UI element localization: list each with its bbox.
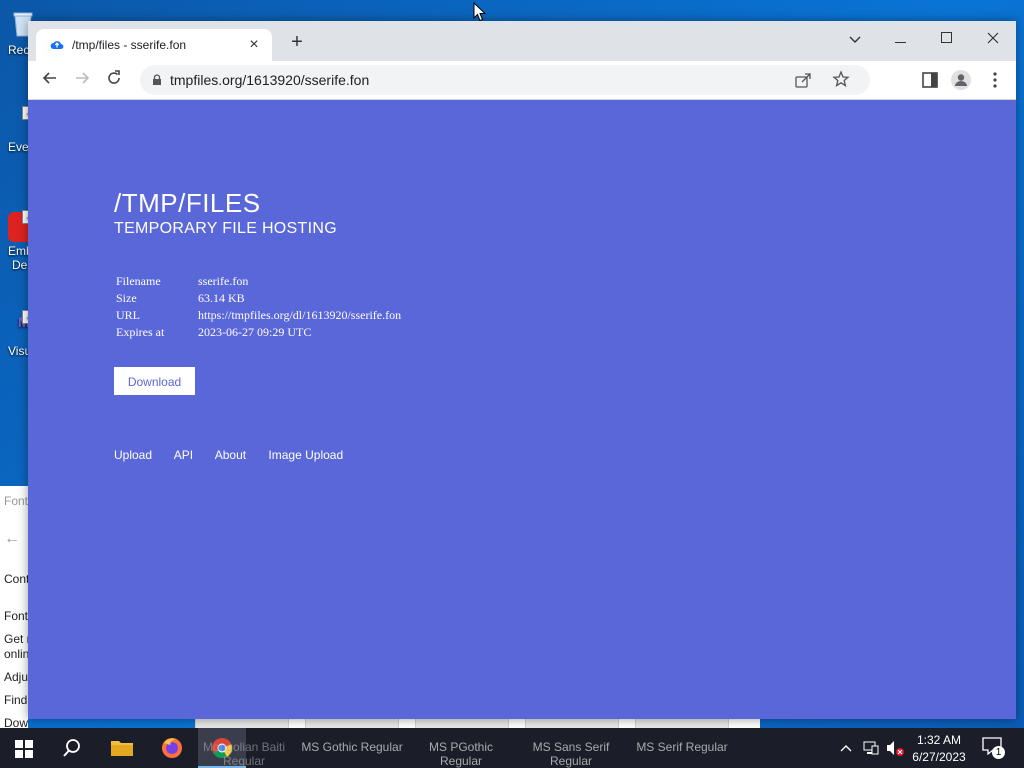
- download-button[interactable]: Download: [114, 367, 195, 395]
- clock-time: 1:32 AM: [916, 733, 962, 747]
- link-api[interactable]: API: [174, 448, 193, 462]
- window-text: Font: [4, 494, 28, 508]
- reload-icon: [108, 70, 120, 84]
- maximize-button[interactable]: [932, 26, 962, 52]
- info-key: Expires at: [116, 325, 165, 339]
- forward-arrow-icon: [76, 72, 90, 84]
- browser-toolbar: tmpfiles.org/1613920/sserife.fon: [28, 61, 1016, 100]
- taskbar-font-task[interactable]: MS PGothic Regular: [407, 728, 515, 768]
- firefox-icon: [162, 738, 182, 758]
- tab-close-icon[interactable]: ×: [244, 35, 264, 55]
- start-button[interactable]: [0, 728, 48, 768]
- url-text[interactable]: tmpfiles.org/1613920/sserife.fon: [170, 72, 369, 88]
- side-panel-icon[interactable]: [919, 69, 941, 91]
- font-list-strip: [195, 718, 760, 729]
- share-icon[interactable]: [794, 71, 812, 89]
- menu-kebab-icon[interactable]: [984, 69, 1006, 91]
- firefox-button[interactable]: [148, 728, 196, 768]
- info-key: Filename: [116, 274, 161, 288]
- browser-window: /tmp/files - sserife.fon × + tmpfiles.or…: [28, 21, 1016, 719]
- window-text[interactable]: Get m: [4, 632, 28, 646]
- link-about[interactable]: About: [215, 448, 246, 462]
- info-value: 63.14 KB: [198, 291, 245, 305]
- search-button[interactable]: [48, 728, 96, 768]
- window-text[interactable]: Cont: [4, 572, 28, 586]
- profile-avatar-icon[interactable]: [950, 69, 972, 91]
- bookmark-star-icon[interactable]: [832, 70, 850, 88]
- window-text[interactable]: Download fonts for all: [4, 716, 28, 728]
- page-title: /TMP/FILES: [114, 188, 261, 218]
- info-value: sserife.fon: [198, 274, 249, 288]
- page-subtitle: TEMPORARY FILE HOSTING: [114, 220, 337, 237]
- notification-badge: 1: [992, 746, 1005, 759]
- file-explorer-button[interactable]: [98, 728, 146, 768]
- reload-button[interactable]: [102, 68, 126, 92]
- footer-links: Upload API About Image Upload: [114, 448, 362, 462]
- clock-date: 6/27/2023: [912, 750, 966, 764]
- lock-icon[interactable]: [152, 74, 162, 86]
- tab-title: /tmp/files - sserife.fon: [72, 38, 187, 52]
- new-tab-button[interactable]: +: [286, 32, 308, 54]
- search-icon: [63, 739, 80, 757]
- tab-search-dropdown-icon[interactable]: [840, 26, 870, 52]
- volume-muted-icon[interactable]: [885, 739, 905, 757]
- notification-center-button[interactable]: 1: [982, 737, 1006, 759]
- taskbar-font-task[interactable]: MS Sans Serif Regular: [517, 728, 625, 768]
- file-info-table: Filename sserife.fon Size 63.14 KB URL h…: [114, 273, 403, 341]
- window-text[interactable]: onlin: [4, 647, 28, 661]
- link-upload[interactable]: Upload: [114, 448, 152, 462]
- show-hidden-icons-chevron-icon[interactable]: [840, 743, 852, 753]
- taskbar-font-task[interactable]: Mongolian Baiti Regular: [190, 728, 298, 768]
- window-text[interactable]: Font: [4, 609, 28, 623]
- system-clock[interactable]: 1:32 AM 6/27/2023: [904, 732, 974, 766]
- network-icon[interactable]: [863, 740, 879, 756]
- back-arrow-icon: [42, 72, 56, 84]
- browser-tab[interactable]: /tmp/files - sserife.fon ×: [36, 29, 272, 61]
- windows-logo-icon: [15, 740, 33, 758]
- tab-strip: /tmp/files - sserife.fon × +: [28, 21, 1016, 61]
- taskbar-font-task[interactable]: MS Serif Regular: [628, 728, 736, 768]
- mouse-cursor-icon: [473, 2, 487, 22]
- page-content: /TMP/FILES TEMPORARY FILE HOSTING Filena…: [28, 100, 1016, 719]
- close-window-button[interactable]: [978, 26, 1008, 52]
- taskbar-font-task[interactable]: MS Gothic Regular: [298, 728, 406, 768]
- forward-button[interactable]: [70, 68, 94, 92]
- window-text[interactable]: Adju: [4, 670, 28, 684]
- info-value-url[interactable]: https://tmpfiles.org/dl/1613920/sserife.…: [196, 307, 403, 324]
- back-arrow-icon: ←: [4, 530, 20, 547]
- table-row: Filename sserife.fon: [114, 273, 403, 290]
- info-value: 2023-06-27 09:29 UTC: [198, 325, 312, 339]
- minimize-button[interactable]: [886, 26, 916, 52]
- info-key: Size: [116, 291, 137, 305]
- address-bar[interactable]: tmpfiles.org/1613920/sserife.fon: [140, 65, 870, 95]
- window-text[interactable]: Find: [4, 693, 27, 707]
- font-settings-window: Font ← Cont Font Get m onlin Adju Find D…: [0, 486, 28, 728]
- folder-icon: [111, 741, 133, 756]
- link-image-upload[interactable]: Image Upload: [268, 448, 343, 462]
- cloud-icon: [50, 41, 64, 50]
- info-key: URL: [116, 308, 140, 322]
- back-button[interactable]: [38, 68, 62, 92]
- table-row: Expires at 2023-06-27 09:29 UTC: [114, 324, 403, 341]
- table-row: URL https://tmpfiles.org/dl/1613920/sser…: [114, 307, 403, 324]
- taskbar: Mongolian Baiti Regular MS Gothic Regula…: [0, 728, 1024, 768]
- table-row: Size 63.14 KB: [114, 290, 403, 307]
